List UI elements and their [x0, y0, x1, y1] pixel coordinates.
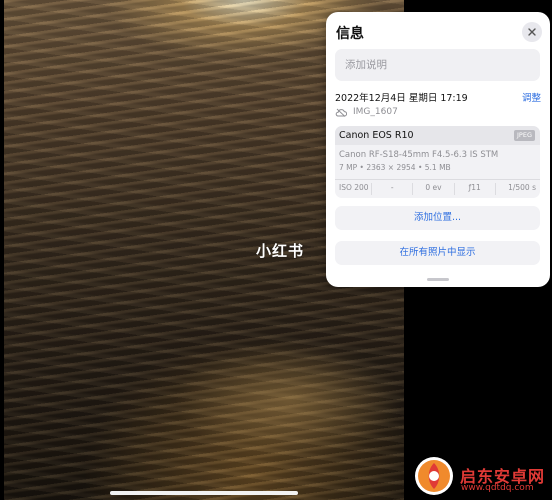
image-specs: 7 MP • 2363 × 2954 • 5.1 MB	[339, 163, 451, 172]
site-logo-icon	[415, 457, 453, 495]
camera-header: Canon EOS R10 JPEG	[335, 126, 540, 145]
home-indicator[interactable]	[110, 491, 298, 495]
exif-row: ISO 200 - 0 ev ƒ11 1/500 s	[335, 183, 540, 195]
divider	[335, 179, 540, 180]
panel-grabber[interactable]	[427, 278, 449, 281]
close-button[interactable]	[522, 22, 542, 42]
filename: IMG_1607	[353, 107, 398, 117]
filename-row: IMG_1607	[335, 105, 398, 119]
exif-ev: 0 ev	[412, 183, 453, 195]
panel-title: 信息	[336, 26, 364, 42]
caption-input[interactable]: 添加说明	[335, 49, 540, 81]
exif-focal: -	[371, 183, 412, 195]
exif-aperture: ƒ11	[453, 183, 495, 195]
cloud-icon	[335, 108, 347, 117]
exif-iso: ISO 200	[339, 183, 369, 192]
camera-model: Canon EOS R10	[339, 130, 414, 141]
exif-shutter: 1/500 s	[494, 183, 540, 195]
info-panel: 信息 添加说明 2022年12月4日 星期日 17:19 调整 IMG_1607…	[326, 12, 550, 287]
sun-reflection	[174, 340, 404, 460]
lens-info: Canon RF-S18-45mm F4.5-6.3 IS STM	[339, 150, 499, 160]
camera-info-card: Canon EOS R10 JPEG Canon RF-S18-45mm F4.…	[335, 126, 540, 198]
photo-datetime: 2022年12月4日 星期日 17:19	[335, 93, 468, 104]
show-in-all-photos-button[interactable]: 在所有照片中显示	[335, 241, 540, 265]
photo-watermark: 小红书	[256, 242, 305, 260]
close-icon	[528, 28, 536, 36]
adjust-date-button[interactable]: 调整	[522, 90, 541, 104]
site-url: www.qdtdq.com	[461, 483, 534, 493]
add-location-button[interactable]: 添加位置...	[335, 206, 540, 230]
format-badge: JPEG	[514, 130, 535, 141]
